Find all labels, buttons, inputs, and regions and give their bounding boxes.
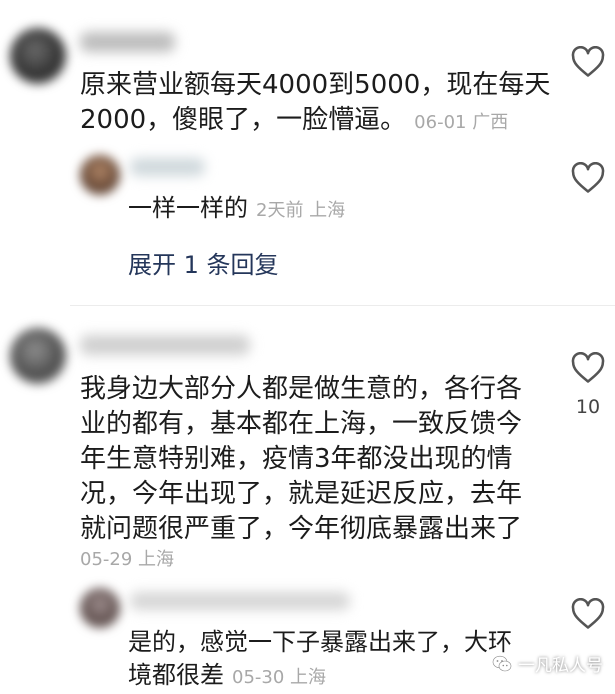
expand-replies-link[interactable]: 展开 1 条回复 — [128, 245, 279, 280]
reply-username-blurred[interactable] — [130, 592, 350, 610]
like-heart-icon[interactable] — [571, 598, 605, 630]
comment-text: 我身边大部分人都是做生意的，各行各 业的都有，基本都在上海，一致反馈今 年生意特… — [80, 372, 560, 547]
username-blurred[interactable] — [80, 335, 250, 355]
watermark: 一凡私人号 — [492, 651, 603, 676]
comment-text-line: 2000，傻眼了，一脸懵逼。 06-01 广西 — [80, 105, 509, 135]
comment-text-line: 原来营业额每天4000到5000，现在每天 — [80, 70, 551, 100]
reply-text-line: 境都很差 05-30 上海 — [128, 661, 327, 689]
comment-text-line: 况，今年出现了，就是延迟反应，去年 — [80, 479, 523, 509]
reply-meta: 05-30 上海 — [232, 667, 327, 688]
reply-text: 一样一样的 2天前 上海 — [128, 192, 548, 227]
comment-text-line: 就问题很严重了，今年彻底暴露出来了 — [80, 514, 523, 544]
reply-avatar[interactable] — [80, 588, 120, 628]
avatar[interactable] — [10, 328, 66, 384]
avatar[interactable] — [10, 28, 66, 84]
reply-text-content: 一样一样的 — [128, 194, 248, 222]
like-count: 10 — [575, 396, 601, 418]
comment-text: 原来营业额每天4000到5000，现在每天 2000，傻眼了，一脸懵逼。 06-0… — [80, 68, 560, 140]
like-heart-icon[interactable] — [571, 352, 605, 384]
like-heart-icon[interactable] — [571, 46, 605, 78]
comment-text-line: 我身边大部分人都是做生意的，各行各 — [80, 374, 523, 404]
watermark-text: 一凡私人号 — [518, 656, 603, 676]
reply-text-line: 是的，感觉一下子暴露出来了，大环 — [128, 628, 512, 656]
reply-text: 是的，感觉一下子暴露出来了，大环 境都很差 05-30 上海 — [128, 626, 548, 694]
like-heart-icon[interactable] — [571, 162, 605, 194]
wechat-icon — [492, 655, 512, 671]
comment-text-line: 年生意特别难，疫情3年都没出现的情 — [80, 444, 513, 474]
reply-username-blurred[interactable] — [130, 158, 205, 176]
username-blurred[interactable] — [80, 32, 175, 52]
comment-meta: 06-01 广西 — [414, 112, 509, 133]
comment-text-line: 业的都有，基本都在上海，一致反馈今 — [80, 409, 523, 439]
reply-avatar[interactable] — [80, 155, 120, 195]
reply-meta: 2天前 上海 — [256, 200, 346, 221]
comment-meta: 05-29 上海 — [80, 549, 175, 570]
divider — [70, 305, 615, 306]
